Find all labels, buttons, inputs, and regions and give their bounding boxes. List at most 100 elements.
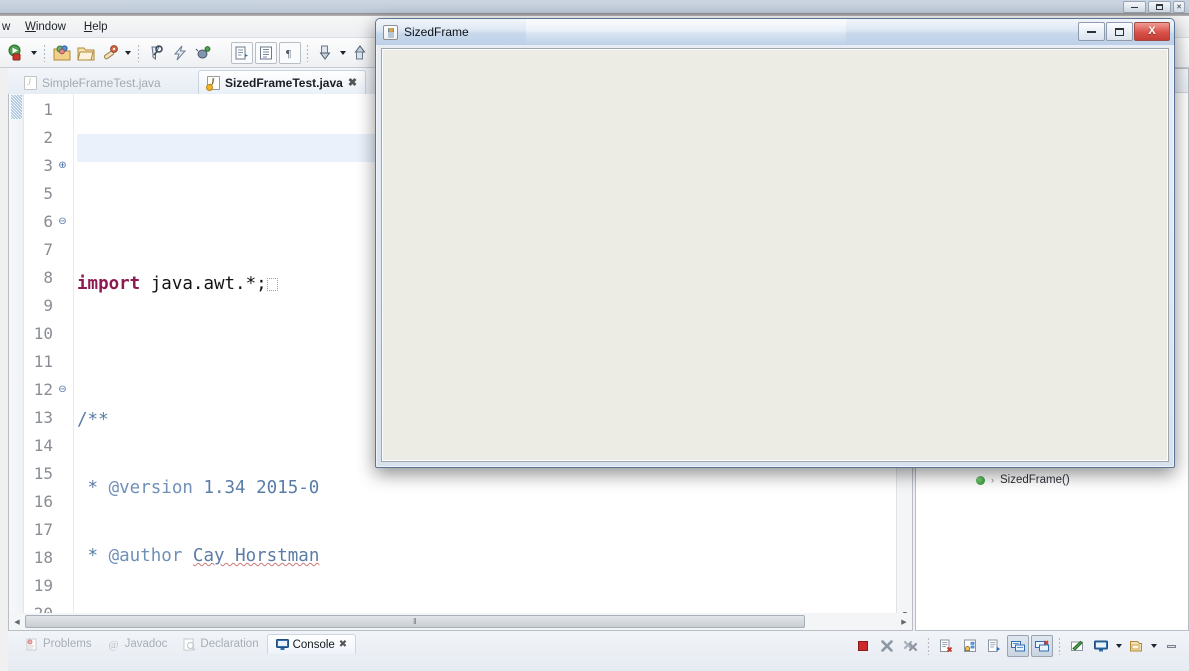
sizedframe-client-area[interactable] — [381, 48, 1169, 462]
java-file-icon — [206, 75, 220, 91]
toolbar-separator — [306, 43, 309, 62]
next-annotation-button[interactable] — [231, 41, 253, 64]
problems-icon — [26, 638, 39, 651]
xx-icon — [903, 640, 917, 652]
hscroll-thumb[interactable]: ‖ — [25, 615, 805, 628]
editor-horizontal-scrollbar[interactable]: ◀ ‖ ▶ — [8, 613, 913, 631]
arrow-up-icon — [354, 44, 366, 59]
next-edit-button[interactable] — [349, 42, 371, 64]
close-icon: X — [1148, 25, 1156, 37]
maximize-icon — [1115, 27, 1124, 36]
bottom-panel-tabs: Problems @ Javadoc Declaration Console ✖ — [18, 634, 357, 654]
stderr-icon — [1035, 640, 1049, 652]
wrench-icon — [103, 44, 118, 59]
scroll-lock-button[interactable] — [959, 635, 981, 657]
tab-label: Problems — [43, 638, 92, 650]
sizedframe-minimize-button[interactable] — [1078, 22, 1105, 41]
sizedframe-window[interactable]: SizedFrame X — [375, 18, 1175, 468]
declaration-icon — [183, 638, 196, 651]
os-minimize-button[interactable] — [1123, 1, 1146, 13]
previous-edit-dropdown[interactable] — [337, 42, 348, 64]
package-icon — [53, 44, 71, 60]
close-icon: ✕ — [1176, 3, 1182, 11]
clear-console-button[interactable] — [935, 635, 957, 657]
outline-item-sizedframe-ctor[interactable]: › SizedFrame() — [976, 474, 1070, 486]
warning-badge-icon — [206, 83, 213, 91]
fold-collapse-icon[interactable]: ⊖ — [56, 208, 69, 236]
editor-tab-simpleframetest[interactable]: SimpleFrameTest.java — [16, 72, 169, 94]
scroll-left-arrow[interactable]: ◀ — [9, 614, 25, 630]
annotation-icon — [235, 46, 248, 59]
tab-problems[interactable]: Problems — [18, 635, 100, 654]
tab-label: Console — [292, 638, 335, 651]
scroll-right-arrow[interactable]: ▶ — [896, 614, 912, 630]
terminate-button[interactable] — [852, 635, 874, 657]
arrow-down-icon — [319, 45, 331, 60]
quick-fix-button[interactable] — [169, 42, 191, 64]
previous-edit-button[interactable] — [314, 42, 336, 64]
open-console-button[interactable] — [1125, 635, 1147, 657]
menu-item-help[interactable]: Help — [75, 19, 117, 35]
tab-console[interactable]: Console ✖ — [266, 634, 357, 654]
search-icon — [151, 44, 163, 60]
svg-text:¶: ¶ — [286, 48, 291, 60]
bottom-view-panel: Problems @ Javadoc Declaration Console ✖ — [8, 631, 1189, 671]
sizedframe-title: SizedFrame — [404, 25, 469, 39]
menu-item-window[interactable]: Window — [16, 19, 75, 35]
stdout-icon — [1011, 641, 1025, 652]
close-icon[interactable]: ✖ — [348, 76, 357, 89]
open-type-button[interactable] — [75, 42, 97, 64]
display-selected-console-dropdown[interactable] — [1113, 635, 1124, 657]
display-selected-console-button[interactable] — [1090, 635, 1112, 657]
open-console-dropdown[interactable] — [1148, 635, 1159, 657]
folder-icon — [77, 47, 95, 60]
os-maximize-button[interactable] — [1148, 1, 1171, 13]
close-icon[interactable]: ✖ — [339, 639, 347, 650]
sizedframe-titlebar[interactable]: SizedFrame X — [376, 19, 1174, 45]
run-button[interactable] — [5, 42, 27, 64]
new-java-package-button[interactable] — [51, 42, 73, 64]
search-button[interactable] — [145, 42, 167, 64]
sizedframe-close-button[interactable]: X — [1134, 22, 1170, 41]
tab-javadoc[interactable]: @ Javadoc — [100, 635, 176, 654]
show-console-when-stderr-button[interactable] — [1031, 635, 1053, 657]
minimize-icon — [1087, 30, 1096, 33]
stop-square-icon — [858, 641, 868, 651]
sizedframe-maximize-button[interactable] — [1106, 22, 1133, 41]
toggle-block-selection-button[interactable] — [255, 41, 277, 64]
fold-expand-icon[interactable]: ⊕ — [56, 152, 69, 180]
pin-icon — [1071, 640, 1083, 651]
toolbar-separator — [220, 44, 226, 62]
remove-launch-button[interactable] — [876, 635, 898, 657]
minimize-icon — [1131, 6, 1138, 8]
remove-all-terminated-button[interactable] — [900, 635, 922, 657]
tab-label: Javadoc — [124, 638, 168, 650]
code-line: * @author Cay Horstman — [77, 546, 320, 566]
pin-console-button[interactable] — [1066, 635, 1088, 657]
show-whitespace-button[interactable]: ¶ — [279, 41, 301, 64]
bug-icon — [195, 45, 211, 58]
minimize-icon — [1166, 644, 1176, 648]
external-tools-button[interactable] — [99, 42, 121, 64]
run-dropdown[interactable] — [28, 42, 39, 64]
outline-item-label: SizedFrame() — [1000, 474, 1070, 486]
editor-tab-sizedframetest[interactable]: SizedFrameTest.java ✖ — [198, 70, 367, 94]
debug-button[interactable] — [193, 42, 215, 64]
whitespace-marker — [266, 278, 278, 291]
menu-item-clipped[interactable]: w — [2, 19, 16, 35]
minimize-panel-button[interactable] — [1160, 635, 1182, 657]
gutter-separator — [73, 94, 74, 622]
tab-declaration[interactable]: Declaration — [175, 635, 266, 654]
word-wrap-button[interactable] — [983, 635, 1005, 657]
external-tools-dropdown[interactable] — [122, 42, 133, 64]
show-console-when-stdout-button[interactable] — [1007, 635, 1029, 657]
os-close-button[interactable]: ✕ — [1173, 1, 1185, 13]
editor-tab-label: SizedFrameTest.java — [225, 75, 343, 90]
toolbar-separator — [1058, 637, 1061, 655]
svg-text:@: @ — [108, 639, 118, 651]
toolbar-separator — [927, 637, 930, 655]
sizedframe-window-controls: X — [1078, 22, 1170, 41]
fold-collapse-icon[interactable]: ⊖ — [56, 376, 69, 404]
javadoc-at-icon: @ — [108, 638, 121, 651]
console-toolbar — [851, 635, 1183, 657]
